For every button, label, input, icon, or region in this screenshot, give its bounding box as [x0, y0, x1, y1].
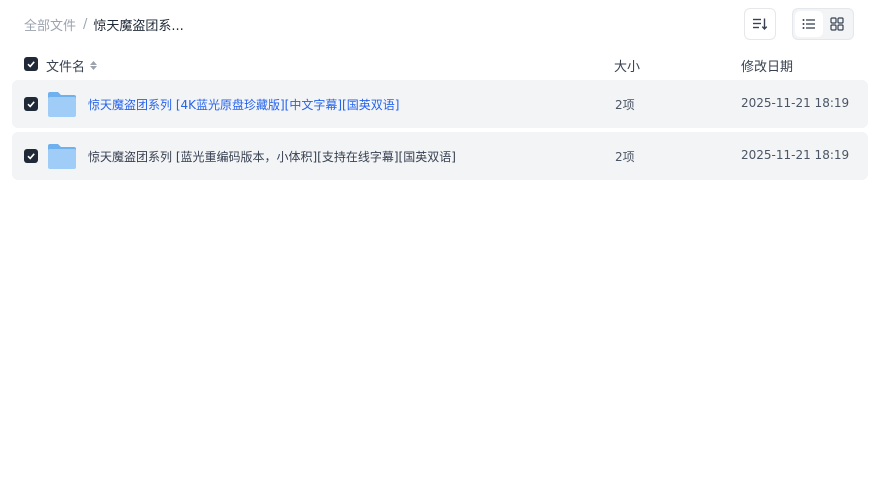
- breadcrumb-root[interactable]: 全部文件: [24, 15, 76, 34]
- table-header: 文件名 大小 修改日期: [0, 50, 878, 78]
- table-row[interactable]: 惊天魔盗团系列 [4K蓝光原盘珍藏版][中文字幕][国英双语] 2项 2025-…: [12, 80, 868, 128]
- view-mode-toggle: [792, 8, 854, 40]
- row-size: 2项: [615, 150, 635, 164]
- breadcrumb: 全部文件 / 惊天魔盗团系...: [24, 14, 184, 34]
- row-checkbox[interactable]: [24, 97, 38, 111]
- check-icon: [27, 153, 35, 160]
- row-name[interactable]: 惊天魔盗团系列 [4K蓝光原盘珍藏版][中文字幕][国英双语]: [88, 96, 399, 113]
- select-all-checkbox[interactable]: [24, 57, 38, 71]
- check-icon: [27, 101, 35, 108]
- column-name-label: 文件名: [46, 60, 86, 75]
- column-name-header[interactable]: 文件名: [46, 56, 98, 75]
- table-row[interactable]: 惊天魔盗团系列 [蓝光重编码版本，小体积][支持在线字幕][国英双语] 2项 2…: [12, 132, 868, 180]
- sort-toggle-icon[interactable]: [90, 61, 98, 70]
- folder-icon: [48, 144, 76, 169]
- sort-list-icon: [753, 18, 768, 31]
- breadcrumb-separator: /: [83, 16, 88, 32]
- breadcrumb-current: 惊天魔盗团系...: [93, 18, 184, 34]
- row-name[interactable]: 惊天魔盗团系列 [蓝光重编码版本，小体积][支持在线字幕][国英双语]: [88, 148, 456, 165]
- row-modified: 2025-11-21 18:19: [741, 96, 850, 110]
- row-checkbox[interactable]: [24, 149, 38, 163]
- sort-button[interactable]: [744, 8, 776, 40]
- row-size: 2项: [615, 98, 635, 112]
- list-view-button[interactable]: [795, 11, 823, 37]
- row-modified: 2025-11-21 18:19: [741, 148, 850, 162]
- column-modified-header[interactable]: 修改日期: [741, 56, 793, 75]
- column-size-header[interactable]: 大小: [614, 56, 640, 75]
- grid-view-button[interactable]: [823, 11, 851, 37]
- check-icon: [27, 61, 35, 68]
- list-view-icon: [802, 19, 815, 29]
- folder-icon: [48, 92, 76, 117]
- grid-view-icon: [830, 17, 844, 31]
